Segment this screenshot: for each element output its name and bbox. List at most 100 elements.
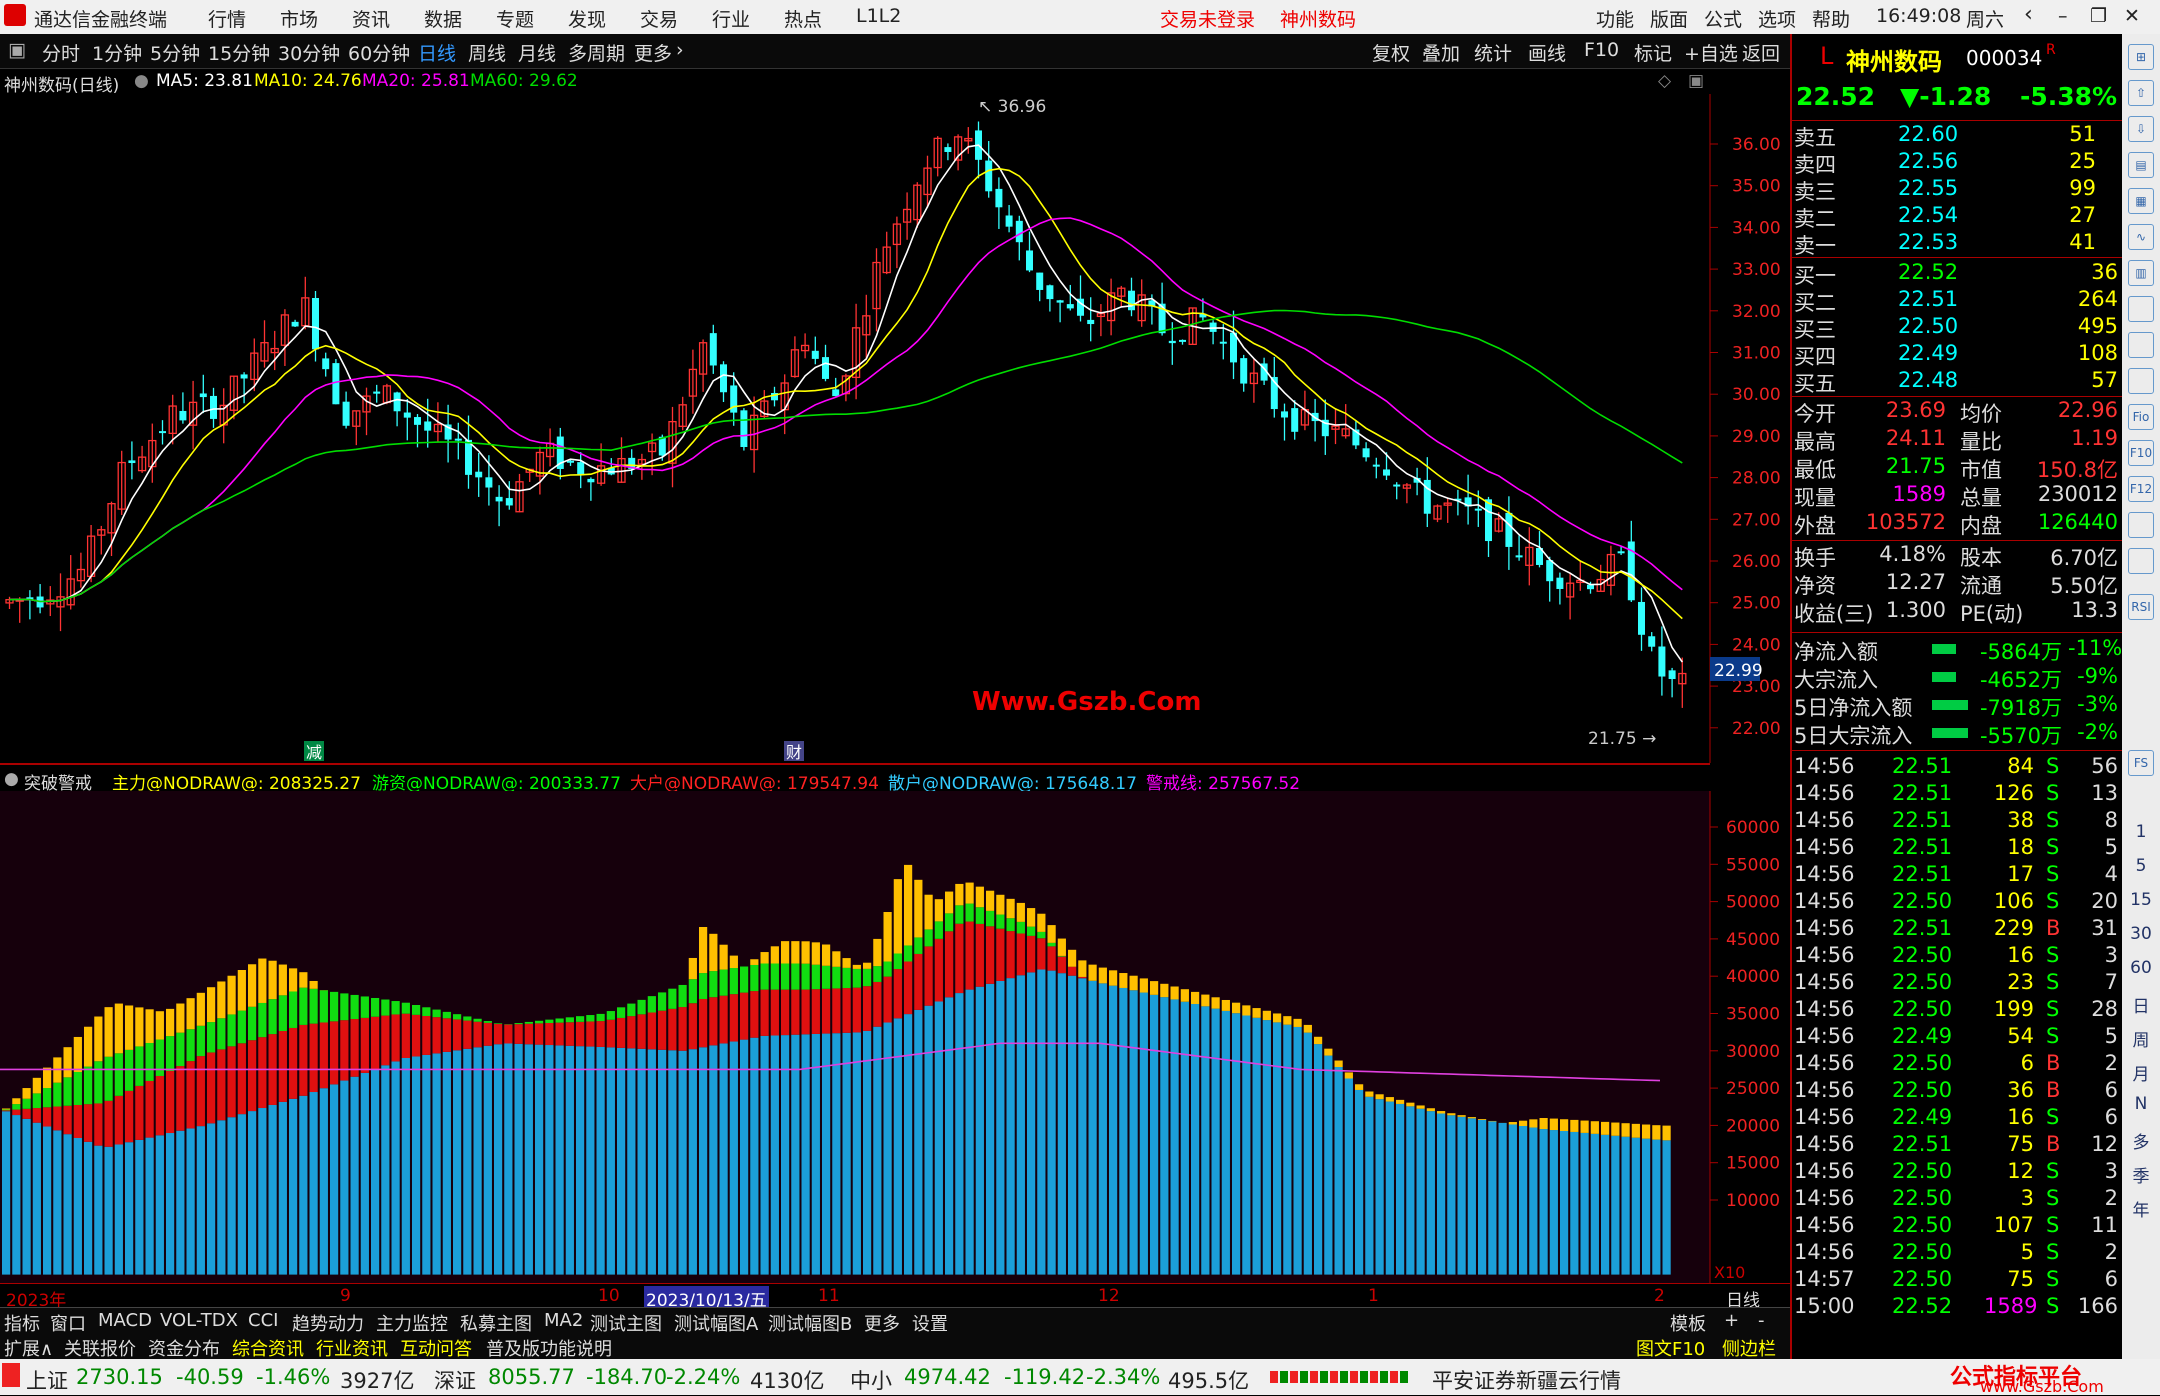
event-mark[interactable]: 财 xyxy=(786,743,802,762)
index-sh-label[interactable]: 上证 xyxy=(26,1365,68,1395)
period-shortcut[interactable]: 15 xyxy=(2122,890,2160,910)
tick-row[interactable]: 15:0022.521589S166 xyxy=(1792,1294,2122,1321)
menu-item[interactable]: 公式 xyxy=(1704,5,1742,32)
flow-row[interactable]: 净流入额-5864万-11% xyxy=(1792,636,2122,663)
tool-button[interactable]: 画线 xyxy=(1528,39,1566,66)
toolbar-icon-1[interactable]: ⊞ xyxy=(2128,44,2154,70)
tick-row[interactable]: 14:5622.4954S5 xyxy=(1792,1024,2122,1051)
fund-icon[interactable] xyxy=(2128,368,2154,394)
menu-item[interactable]: 数据 xyxy=(424,5,462,32)
event-mark[interactable]: 减 xyxy=(306,743,322,762)
tab-cci[interactable]: CCI xyxy=(248,1310,278,1331)
layout-toggle-icon[interactable]: ▣ xyxy=(8,39,26,61)
tick-row[interactable]: 14:5622.51126S13 xyxy=(1792,781,2122,808)
tick-row[interactable]: 14:5622.5175B12 xyxy=(1792,1132,2122,1159)
tick-row[interactable]: 14:5622.505S2 xyxy=(1792,1240,2122,1267)
f10-icon[interactable]: F10 xyxy=(2128,440,2154,466)
tab-related-quote[interactable]: 关联报价 xyxy=(64,1335,136,1361)
bid-row[interactable]: 买二22.51264 xyxy=(1792,287,2122,314)
index-zx-label[interactable]: 中小 xyxy=(850,1365,892,1395)
tick-row[interactable]: 14:5622.5118S5 xyxy=(1792,835,2122,862)
ask-row[interactable]: 卖二22.5427 xyxy=(1792,203,2122,230)
add-window-button[interactable]: + xyxy=(1724,1310,1739,1331)
grid-icon[interactable]: ▦ xyxy=(2128,188,2154,214)
maximize-icon[interactable]: ❐ xyxy=(2090,5,2107,27)
settings-dot-icon[interactable]: ● xyxy=(4,769,19,789)
menu-item[interactable]: 专题 xyxy=(496,5,534,32)
tab-fund-dist[interactable]: 资金分布 xyxy=(148,1335,220,1361)
menu-item[interactable]: 版面 xyxy=(1650,5,1688,32)
menu-item[interactable]: 选项 xyxy=(1758,5,1796,32)
tool-button[interactable]: +自选 xyxy=(1684,39,1738,66)
menu-item[interactable]: 功能 xyxy=(1596,5,1634,32)
flow-row[interactable]: 5日净流入额-7918万-3% xyxy=(1792,692,2122,719)
login-status[interactable]: 交易未登录 xyxy=(1160,5,1255,32)
menu-item[interactable]: 热点 xyxy=(784,5,822,32)
tick-row[interactable]: 14:5622.5016S3 xyxy=(1792,943,2122,970)
ask-row[interactable]: 卖三22.5599 xyxy=(1792,176,2122,203)
tab-f10[interactable]: 图文F10 xyxy=(1636,1335,1705,1361)
index-sz-label[interactable]: 深证 xyxy=(434,1365,476,1395)
tab-qa[interactable]: 互动问答 xyxy=(400,1335,472,1361)
timeframe-tab[interactable]: 1分钟 xyxy=(92,39,142,66)
tool-button[interactable]: 复权 xyxy=(1372,39,1410,66)
period-shortcut[interactable]: N xyxy=(2122,1094,2160,1114)
tab-ma2[interactable]: MA2 xyxy=(544,1310,583,1331)
close-icon[interactable]: ✕ xyxy=(2124,5,2140,27)
tab-industry-news[interactable]: 行业资讯 xyxy=(316,1335,388,1361)
timeframe-tab[interactable]: 60分钟 xyxy=(348,39,410,66)
menu-item[interactable]: 市场 xyxy=(280,5,318,32)
period-shortcut[interactable]: 30 xyxy=(2122,924,2160,944)
clock-icon[interactable] xyxy=(2128,512,2154,538)
tab-news[interactable]: 综合资讯 xyxy=(232,1335,304,1361)
stat-row[interactable]: 净资12.27流通5.50亿 xyxy=(1792,570,2122,597)
diamond-icon[interactable]: ◇ xyxy=(1658,71,1671,91)
bid-row[interactable]: 买四22.49108 xyxy=(1792,341,2122,368)
tick-row[interactable]: 14:5622.5023S7 xyxy=(1792,970,2122,997)
tick-row[interactable]: 14:5622.506B2 xyxy=(1792,1051,2122,1078)
f12-icon[interactable]: F12 xyxy=(2128,476,2154,502)
tool-button[interactable]: 返回 xyxy=(1742,39,1780,66)
chevron-right-icon[interactable]: › xyxy=(676,39,684,61)
bid-row[interactable]: 买五22.4857 xyxy=(1792,368,2122,395)
ask-row[interactable]: 卖五22.6051 xyxy=(1792,122,2122,149)
tick-row[interactable]: 14:5622.51229B31 xyxy=(1792,916,2122,943)
indicator-chart[interactable]: 6000055000500004500040000350003000025000… xyxy=(0,791,1790,1283)
timeframe-tab[interactable]: 分时 xyxy=(42,39,80,66)
period-shortcut[interactable]: 月 xyxy=(2122,1060,2160,1085)
stat-row[interactable]: 换手4.18%股本6.70亿 xyxy=(1792,542,2122,569)
panel-icon[interactable]: ▣ xyxy=(1688,71,1704,91)
timeframe-tab[interactable]: 15分钟 xyxy=(208,39,270,66)
timeframe-tab[interactable]: 多周期 xyxy=(568,39,625,66)
tool-button[interactable]: 标记 xyxy=(1634,39,1672,66)
stat-row[interactable]: 最低21.75市值150.8亿 xyxy=(1792,454,2122,481)
candlestick-chart[interactable]: 36.0035.0034.0033.0032.0031.0030.0029.00… xyxy=(0,94,1790,763)
fs-button[interactable]: FS xyxy=(2128,750,2154,776)
tab-vol[interactable]: VOL-TDX xyxy=(160,1310,238,1331)
tab-intro[interactable]: 普及版功能说明 xyxy=(486,1335,612,1361)
tick-row[interactable]: 14:5622.5117S4 xyxy=(1792,862,2122,889)
tab-expand[interactable]: 扩展∧ xyxy=(4,1335,53,1361)
tool-button[interactable]: F10 xyxy=(1584,39,1619,61)
tick-row[interactable]: 14:5622.4916S6 xyxy=(1792,1105,2122,1132)
menu-item[interactable]: 交易 xyxy=(640,5,678,32)
timeframe-tab[interactable]: 5分钟 xyxy=(150,39,200,66)
menu-item[interactable]: 行业 xyxy=(712,5,750,32)
tick-row[interactable]: 14:5622.50107S11 xyxy=(1792,1213,2122,1240)
tab-macd[interactable]: MACD xyxy=(98,1310,152,1331)
info-icon[interactable]: Fio xyxy=(2128,404,2154,430)
remove-window-button[interactable]: - xyxy=(1758,1310,1765,1331)
tick-row[interactable]: 14:5622.50106S20 xyxy=(1792,889,2122,916)
timeframe-more[interactable]: 更多 xyxy=(634,39,672,66)
alert-icon[interactable] xyxy=(2,1363,20,1387)
news-icon[interactable] xyxy=(2128,332,2154,358)
timeframe-tab-active[interactable]: 日线 xyxy=(418,39,456,66)
flow-row[interactable]: 大宗流入-4652万-9% xyxy=(1792,664,2122,691)
tool-button[interactable]: 叠加 xyxy=(1422,39,1460,66)
stat-row[interactable]: 今开23.69均价22.96 xyxy=(1792,398,2122,425)
period-shortcut[interactable]: 年 xyxy=(2122,1196,2160,1221)
menu-item[interactable]: L1L2 xyxy=(856,5,901,27)
tool-button[interactable]: 统计 xyxy=(1474,39,1512,66)
bid-row[interactable]: 买三22.50495 xyxy=(1792,314,2122,341)
tick-row[interactable]: 14:5622.50199S28 xyxy=(1792,997,2122,1024)
